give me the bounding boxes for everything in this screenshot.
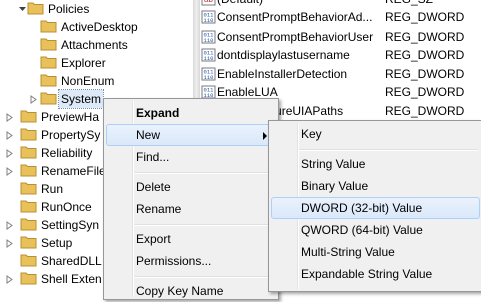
folder-icon: [40, 20, 57, 33]
new-submenu: Key String Value Binary Value DWORD (32-…: [268, 120, 481, 292]
submenu-arrow-icon: [263, 132, 267, 140]
tree-item-label: Attachments: [61, 38, 128, 52]
expand-icon[interactable]: [29, 95, 38, 104]
menu-item-rename[interactable]: Rename: [106, 198, 276, 220]
submenu-item-qword-value[interactable]: QWORD (64-bit) Value: [271, 219, 480, 241]
folder-icon: [20, 254, 37, 267]
submenu-item-binary-value[interactable]: Binary Value: [271, 175, 480, 197]
menu-item-export[interactable]: Export: [106, 228, 276, 250]
submenu-item-multi-string-value[interactable]: Multi-String Value: [271, 241, 480, 263]
expand-icon[interactable]: [5, 131, 14, 140]
tree-item-label: RenameFile: [41, 164, 106, 178]
folder-icon: [20, 236, 37, 249]
string-value-icon: ab: [201, 0, 216, 6]
value-type: REG_DWORD: [385, 104, 465, 118]
menu-item-expand[interactable]: Expand: [106, 102, 276, 124]
value-type: REG_DWORD: [385, 67, 465, 81]
tree-item-label: Run: [41, 182, 64, 196]
svg-text:ab: ab: [204, 0, 213, 4]
folder-icon: [40, 56, 57, 69]
folder-open-icon: [40, 92, 57, 105]
value-name: ConsentPromptBehaviorAd...: [217, 10, 373, 24]
dword-value-icon: 011110: [201, 67, 216, 81]
menu-item-copy-key-name[interactable]: Copy Key Name: [106, 280, 276, 302]
value-type: REG_DWORD: [385, 48, 465, 62]
tree-item-label: Policies: [48, 2, 90, 16]
svg-text:110: 110: [204, 55, 214, 62]
expand-icon[interactable]: [5, 149, 14, 158]
svg-text:110: 110: [204, 37, 214, 44]
submenu-item-string-value[interactable]: String Value: [271, 153, 480, 175]
collapse-icon[interactable]: [18, 4, 27, 13]
tree-item-label: ActiveDesktop: [61, 20, 138, 34]
folder-icon: [20, 146, 37, 159]
expand-icon[interactable]: [5, 239, 14, 248]
value-name: ConsentPromptBehaviorUser: [217, 30, 374, 44]
tree-item-label: SettingSyn: [41, 218, 100, 232]
tree-item-label: PropertySy: [41, 128, 101, 142]
dword-value-icon: 011110: [201, 10, 216, 24]
tree-item-label: Explorer: [61, 56, 106, 70]
tree-item-label: NonEnum: [61, 74, 115, 88]
expand-icon[interactable]: [5, 167, 14, 176]
folder-icon: [40, 74, 57, 87]
expand-icon[interactable]: [5, 221, 14, 230]
folder-icon: [20, 182, 37, 195]
menu-separator: [134, 276, 274, 278]
tree-item-label: Shell Exten: [41, 272, 102, 286]
value-type: REG_DWORD: [385, 10, 465, 24]
tree-item-label: SharedDLL: [41, 254, 102, 268]
dword-value-icon: 011110: [201, 85, 216, 99]
submenu-item-key[interactable]: Key: [271, 123, 480, 145]
folder-icon: [20, 110, 37, 123]
svg-text:110: 110: [204, 74, 214, 81]
folder-icon: [20, 218, 37, 231]
value-name: EnableInstallerDetection: [217, 67, 348, 81]
context-menu: Expand New Find... Delete Rename Export …: [103, 98, 279, 300]
folder-icon: [20, 272, 37, 285]
expand-icon[interactable]: [5, 113, 14, 122]
menu-item-find[interactable]: Find...: [106, 146, 276, 168]
tree-item-label: PreviewHa: [41, 110, 100, 124]
expand-icon[interactable]: [5, 275, 14, 284]
dword-value-icon: 011110: [201, 30, 216, 44]
dword-value-icon: 011110: [201, 48, 216, 62]
folder-icon: [20, 200, 37, 213]
menu-item-delete[interactable]: Delete: [106, 176, 276, 198]
folder-icon: [20, 128, 37, 141]
folder-icon: [27, 2, 44, 15]
menu-item-new[interactable]: New: [106, 124, 276, 146]
folder-icon: [20, 164, 37, 177]
menu-separator: [134, 224, 274, 226]
menu-item-new-label: New: [136, 128, 161, 142]
svg-text:110: 110: [204, 17, 214, 24]
tree-item-label: Reliability: [41, 146, 93, 160]
value-name: dontdisplaylastusername: [217, 48, 350, 62]
tree-item-label: Setup: [41, 236, 73, 250]
submenu-item-dword-value[interactable]: DWORD (32-bit) Value: [271, 197, 480, 219]
tree-item-label: System: [57, 89, 105, 109]
menu-separator: [134, 172, 274, 174]
submenu-item-expandable-string-value[interactable]: Expandable String Value: [271, 263, 480, 285]
menu-item-permissions[interactable]: Permissions...: [106, 250, 276, 272]
value-type: REG_DWORD: [385, 85, 465, 99]
value-type: REG_DWORD: [385, 30, 465, 44]
folder-icon: [40, 38, 57, 51]
tree-item-label: RunOnce: [41, 200, 92, 214]
menu-separator: [299, 149, 478, 151]
